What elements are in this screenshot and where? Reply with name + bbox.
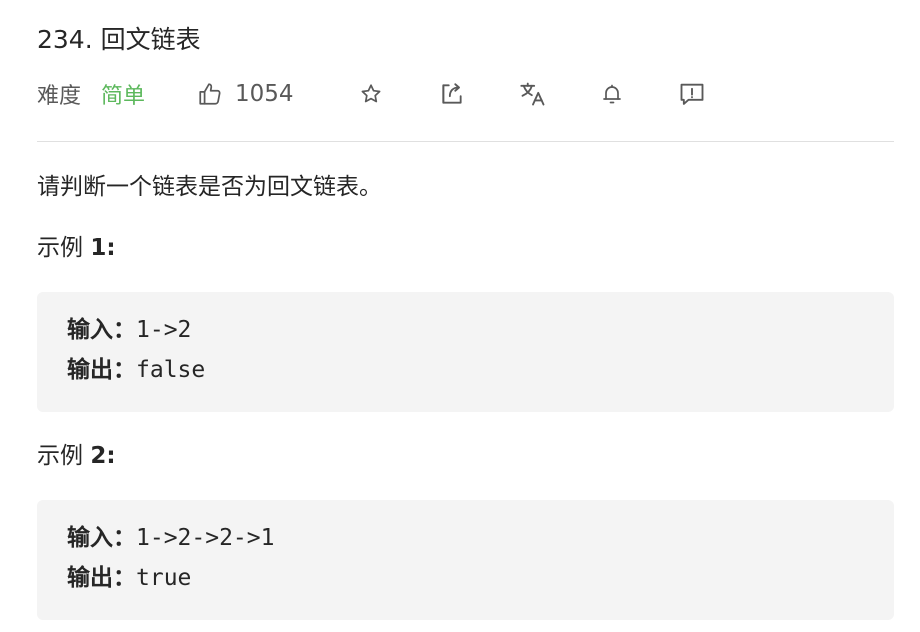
example-input-line: 输入：1->2->2->1 xyxy=(67,521,894,561)
output-value: true xyxy=(136,565,192,591)
problem-description: 请判断一个链表是否为回文链表。 xyxy=(37,174,382,200)
bell-icon xyxy=(600,82,624,106)
feedback-icon xyxy=(678,80,706,108)
difficulty-badge: 简单 xyxy=(101,84,146,109)
like-button[interactable]: 1054 xyxy=(197,81,294,107)
thumbs-up-icon xyxy=(197,81,223,107)
share-icon xyxy=(439,81,465,107)
difficulty-label: 难度 xyxy=(37,84,82,109)
translate-button[interactable] xyxy=(519,76,547,112)
problem-meta-bar: 难度 简单 1054 xyxy=(37,76,897,112)
output-value: false xyxy=(136,357,206,383)
example-output-line: 输出：true xyxy=(67,561,894,601)
example-1-title: 示例 1: xyxy=(37,231,116,265)
favorite-button[interactable] xyxy=(359,76,383,112)
input-label: 输入： xyxy=(67,525,136,551)
output-label: 输出： xyxy=(67,357,136,383)
problem-title: 234. 回文链表 xyxy=(37,25,201,54)
example-input-line: 输入：1->2 xyxy=(67,313,894,353)
input-value: 1->2->2->1 xyxy=(136,525,275,551)
subscribe-button[interactable] xyxy=(600,76,624,112)
example-title-number: 1: xyxy=(90,235,116,261)
example-2-code-block: 输入：1->2->2->1 输出：true xyxy=(37,500,894,620)
example-output-line: 输出：false xyxy=(67,353,894,393)
header-divider xyxy=(37,141,894,142)
example-title-prefix: 示例 xyxy=(37,443,91,469)
problem-page: 234. 回文链表 难度 简单 1054 请判断一个链表是否为回文链表。 示例 … xyxy=(0,0,920,632)
feedback-button[interactable] xyxy=(678,76,706,112)
input-value: 1->2 xyxy=(136,317,192,343)
like-count: 1054 xyxy=(235,81,294,107)
example-title-prefix: 示例 xyxy=(37,235,91,261)
example-title-number: 2: xyxy=(90,443,116,469)
star-icon xyxy=(359,82,383,106)
example-2-title: 示例 2: xyxy=(37,439,116,473)
input-label: 输入： xyxy=(67,317,136,343)
output-label: 输出： xyxy=(67,565,136,591)
share-button[interactable] xyxy=(439,76,465,112)
translate-icon xyxy=(519,80,547,108)
example-1-code-block: 输入：1->2 输出：false xyxy=(37,292,894,412)
